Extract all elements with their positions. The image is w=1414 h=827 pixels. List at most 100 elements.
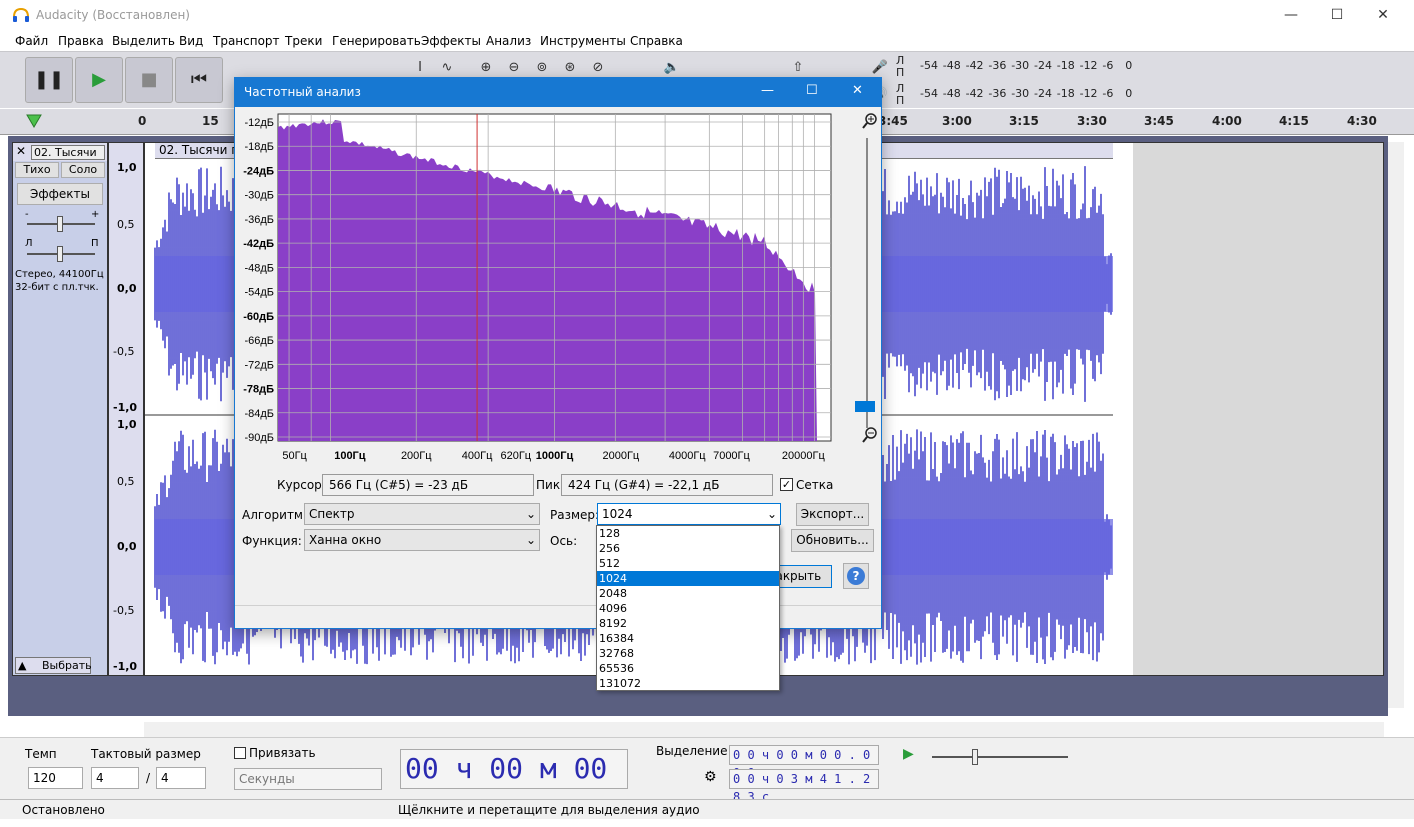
size-option[interactable]: 2048	[597, 586, 779, 601]
record-meter-scale[interactable]: -54 -48 -42 -36 -30 -24 -18 -12 -6 0	[920, 59, 1140, 73]
collapse-icon[interactable]: ▲	[18, 659, 26, 672]
dialog-close-button[interactable]: ✕	[852, 83, 863, 98]
meter-tick: -36	[988, 59, 1007, 72]
envelope-tool-icon[interactable]: ∿	[435, 57, 459, 79]
size-option[interactable]: 4096	[597, 601, 779, 616]
cursor-value-field: 566 Гц (C#5) = -23 дБ	[322, 474, 534, 496]
audio-setup-icon[interactable]: 🔈	[660, 57, 684, 79]
x-tick-label: 200Гц	[401, 450, 432, 462]
track-select-button[interactable]: ▲ Выбрать	[15, 657, 92, 674]
spectrum-zoom-thumb[interactable]	[855, 401, 875, 412]
bottom-toolbar: Темп 120 Тактовый размер 4 / 4 Привязать…	[0, 737, 1414, 823]
spectrum-plot[interactable]: -12дБ -18дБ -24дБ -30дБ -36дБ -42дБ -48дБ -54дБ…	[235, 110, 855, 470]
size-option[interactable]: 512	[597, 556, 779, 571]
x-tick-label: 2000Гц	[602, 450, 639, 462]
snap-checkbox[interactable]	[234, 747, 246, 759]
close-button[interactable]: ✕	[1360, 0, 1406, 31]
skip-start-button[interactable]: ⏮	[175, 57, 223, 103]
size-option[interactable]: 65536	[597, 661, 779, 676]
track-info-rate: Стерео, 44100Гц	[15, 269, 104, 280]
menu-select[interactable]: Выделить	[112, 34, 175, 48]
menu-view[interactable]: Вид	[179, 34, 203, 48]
meter-tick: -6	[1102, 87, 1114, 100]
menu-analyze[interactable]: Анализ	[486, 34, 531, 48]
play-speed-slider[interactable]	[932, 756, 1068, 758]
grid-checkbox[interactable]: ✓	[780, 478, 793, 491]
menu-generate[interactable]: Генерировать	[332, 34, 421, 48]
fit-selection-icon[interactable]: ⊚	[530, 57, 554, 79]
pan-slider-thumb[interactable]	[57, 246, 63, 262]
menu-file[interactable]: Файл	[15, 34, 48, 48]
minimize-button[interactable]: —	[1268, 0, 1314, 31]
size-option[interactable]: 128	[597, 526, 779, 541]
play-button[interactable]: ▶	[75, 57, 123, 103]
zoom-toggle-icon[interactable]: ⊘	[586, 57, 610, 79]
gear-icon[interactable]: ⚙	[704, 769, 717, 785]
snap-units-select[interactable]: Секунды	[234, 768, 382, 790]
size-option[interactable]: 256	[597, 541, 779, 556]
fit-project-icon[interactable]: ⊛	[558, 57, 582, 79]
spectrum-zoom-slider[interactable]	[866, 138, 868, 428]
empty-track-area[interactable]	[1133, 143, 1383, 675]
selection-start[interactable]: 0 0 ч 0 0 м 0 0 . 0 0 0 с	[729, 745, 879, 780]
tempo-label: Темп	[25, 747, 57, 761]
maximize-button[interactable]: ☐	[1314, 0, 1360, 31]
track-header: ✕ 02. Тысячи	[13, 143, 107, 161]
dialog-minimize-button[interactable]: —	[761, 83, 774, 98]
update-button[interactable]: Обновить...	[791, 529, 874, 552]
zoom-in-icon[interactable]: ⊕	[474, 57, 498, 79]
menu-tools[interactable]: Инструменты	[540, 34, 626, 48]
zoom-in-icon[interactable]	[861, 112, 879, 133]
mute-button[interactable]: Тихо	[15, 162, 59, 178]
window-function-select[interactable]: Ханна окно	[304, 529, 540, 551]
amplitude-scale[interactable]: 1,0 0,5 0,0 -0,5 -1,0 1,0 0,5 0,0 -0,5 -…	[108, 142, 144, 676]
gain-slider-thumb[interactable]	[57, 216, 63, 232]
dialog-maximize-button[interactable]: ☐	[806, 83, 818, 98]
x-tick-label: 4000Гц	[669, 450, 706, 462]
timesig-denominator-select[interactable]: 4	[156, 767, 206, 789]
ruler-tick: 4:00	[1212, 114, 1242, 128]
size-select[interactable]: 1024	[597, 503, 781, 525]
menu-tracks[interactable]: Треки	[285, 34, 322, 48]
solo-button[interactable]: Соло	[61, 162, 105, 178]
selection-end[interactable]: 0 0 ч 0 3 м 4 1 . 2 8 3 с	[729, 769, 879, 804]
size-option[interactable]: 8192	[597, 616, 779, 631]
menu-edit[interactable]: Правка	[58, 34, 104, 48]
meter-tick: -30	[1011, 87, 1030, 100]
effects-button[interactable]: Эффекты	[17, 183, 103, 205]
track-close-icon[interactable]: ✕	[16, 144, 26, 158]
function-chevron-icon[interactable]: ⌄	[526, 533, 536, 547]
size-option[interactable]: 131072	[597, 676, 779, 691]
menu-effects[interactable]: Эффекты	[421, 34, 481, 48]
help-button[interactable]: ?	[843, 563, 869, 589]
zoom-out-icon[interactable]: ⊖	[502, 57, 526, 79]
frequency-analysis-dialog: Частотный анализ — ☐ ✕ -12дБ -18дБ -24дБ -3…	[234, 77, 882, 629]
size-dropdown-list[interactable]: 128 256 512 1024 2048 4096 8192 16384 32768 65536…	[596, 525, 780, 691]
size-chevron-icon[interactable]: ⌄	[767, 507, 777, 521]
play-speed-thumb[interactable]	[972, 749, 978, 765]
timesig-numerator-input[interactable]: 4	[91, 767, 139, 789]
playback-meter-scale[interactable]: -54 -48 -42 -36 -30 -24 -18 -12 -6 0	[920, 87, 1140, 101]
track-name-menu[interactable]: 02. Тысячи	[31, 145, 105, 160]
menu-help[interactable]: Справка	[630, 34, 683, 48]
share-audio-icon[interactable]: ⇧	[786, 57, 810, 79]
stop-button[interactable]: ■	[125, 57, 173, 103]
vertical-scrollbar[interactable]	[1388, 142, 1404, 708]
size-option[interactable]: 16384	[597, 631, 779, 646]
size-option[interactable]: 32768	[597, 646, 779, 661]
menu-transport[interactable]: Транспорт	[213, 34, 280, 48]
horizontal-scrollbar[interactable]	[144, 722, 1384, 738]
time-display[interactable]: 00 ч 00 м 00 с	[400, 749, 628, 823]
selection-tool-icon[interactable]: I	[408, 57, 432, 79]
zoom-out-icon[interactable]	[861, 426, 879, 447]
algorithm-chevron-icon[interactable]: ⌄	[526, 507, 536, 521]
tempo-input[interactable]: 120	[28, 767, 83, 789]
scale-tick: 0,5	[117, 475, 135, 488]
size-option[interactable]: 1024	[597, 571, 779, 586]
pause-button[interactable]: ❚❚	[25, 57, 73, 103]
meter-tick: -30	[1011, 59, 1030, 72]
algorithm-select[interactable]: Спектр	[304, 503, 540, 525]
export-button[interactable]: Экспорт...	[796, 503, 869, 526]
play-head-icon[interactable]	[26, 113, 42, 132]
play-at-speed-icon[interactable]: ▶	[903, 746, 914, 762]
